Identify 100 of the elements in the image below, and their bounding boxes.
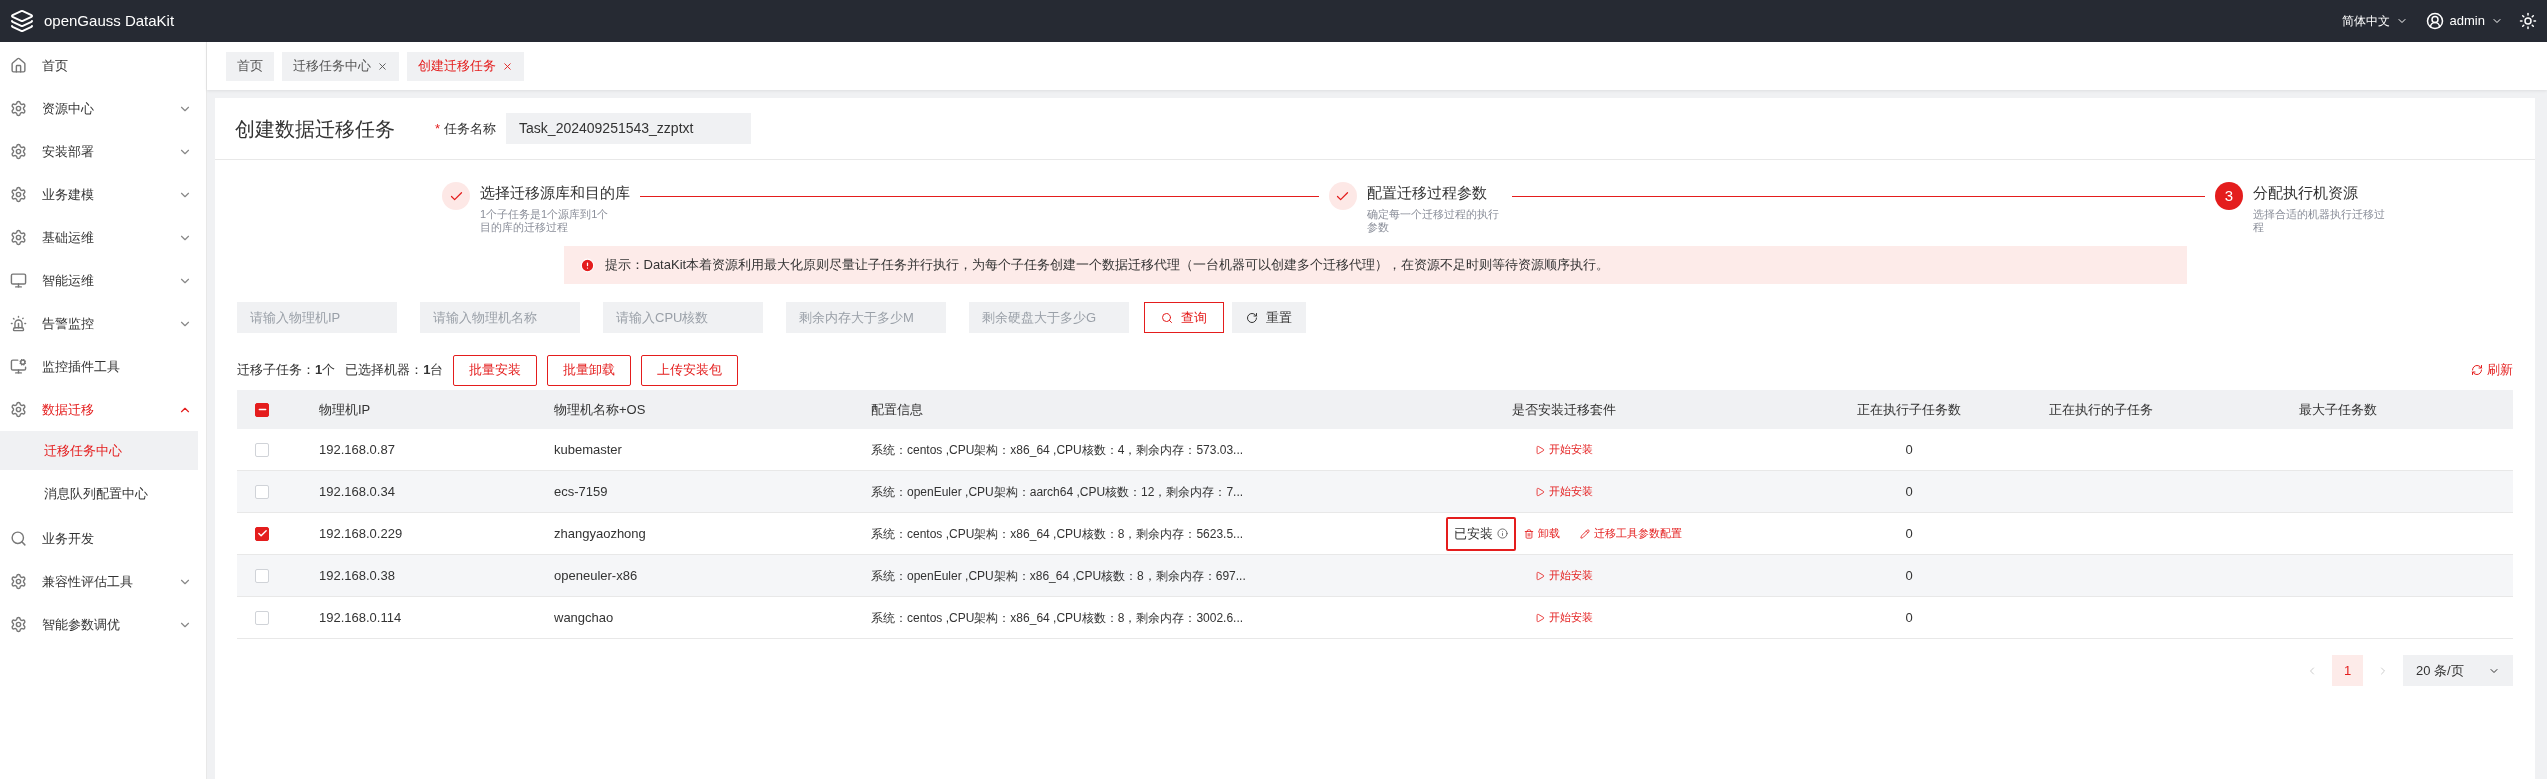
search-icon (1161, 311, 1173, 324)
action-button[interactable]: 上传安装包 (641, 354, 739, 386)
search-icon (10, 530, 27, 547)
summary-text: 迁移子任务：1个 (237, 361, 336, 380)
sidebar-item[interactable]: 基础运维 (0, 216, 206, 259)
table-cell-text: 192.168.0.229 (319, 524, 403, 543)
sidebar-item[interactable]: 资源中心 (0, 87, 206, 130)
sidebar-item[interactable]: 智能参数调优 (0, 603, 206, 646)
column-header: 正在执行的子任务 (2049, 400, 2153, 419)
sidebar-subitem[interactable]: 迁移任务中心 (0, 431, 198, 470)
logo-icon (10, 9, 34, 33)
filter-field[interactable]: 请输入物理机名称 (420, 302, 580, 333)
alarm-icon (10, 315, 27, 332)
sidebar-item[interactable]: 智能运维 (0, 259, 206, 302)
filter-field[interactable]: 请输入物理机IP (237, 302, 397, 333)
table-cell-text: 192.168.0.38 (319, 566, 395, 585)
required-mark: * (435, 119, 441, 138)
filter-field[interactable]: 请输入CPU核数 (603, 302, 763, 333)
play-icon (1535, 486, 1545, 497)
table-cell-text: openeuler-x86 (554, 566, 638, 585)
sidebar-item[interactable]: 数据迁移 (0, 388, 206, 431)
step-title: 选择迁移源库和目的库 (480, 183, 630, 203)
app-title: openGauss DataKit (44, 10, 175, 31)
table-cell-text: 0 (1905, 482, 1913, 501)
sidebar-item[interactable]: 安装部署 (0, 130, 206, 173)
column-header: 是否安装迁移套件 (1512, 400, 1616, 419)
table-cell-text: 系统：openEuler ,CPU架构：x86_64 ,CPU核数：8，剩余内存：697... (871, 567, 1246, 585)
trash-icon (1524, 528, 1534, 539)
column-header: 正在执行子任务数 (1857, 400, 1961, 419)
step-number: 3 (2215, 182, 2243, 210)
sidebar-item[interactable]: 首页 (0, 44, 206, 87)
check-icon (256, 528, 268, 539)
alert-icon (579, 257, 595, 273)
page-title: 创建数据迁移任务 (235, 116, 395, 142)
tab[interactable]: 首页 (226, 51, 274, 81)
play-icon (1535, 444, 1545, 455)
sidebar-item[interactable]: 告警监控 (0, 302, 206, 345)
step-description: 确定每一个迁移过程的执行参数 (1366, 207, 1500, 234)
task-name-field[interactable]: Task_202409251543_zzptxt (506, 113, 752, 144)
column-header: 最大子任务数 (2299, 400, 2377, 419)
configure-link[interactable]: 迁移工具参数配置 (1580, 525, 1682, 542)
close-icon[interactable] (377, 60, 388, 72)
select-all-checkbox[interactable] (255, 402, 269, 417)
close-icon[interactable] (502, 60, 513, 72)
step-description: 1个子任务是1个源库到1个目的库的迁移过程 (480, 207, 610, 234)
sidebar-item[interactable]: 业务开发 (0, 517, 206, 560)
install-link[interactable]: 开始安装 (1535, 441, 1593, 458)
step-description: 选择合适的机器执行迁移过程 (2253, 207, 2386, 234)
monitor-icon (10, 358, 27, 375)
gear-icon (10, 186, 27, 203)
install-link[interactable]: 开始安装 (1535, 609, 1593, 626)
table-cell-text: 0 (1905, 566, 1913, 585)
uninstall-link[interactable]: 卸载 (1524, 525, 1560, 542)
language-menu[interactable]: 简体中文 (2341, 12, 2408, 30)
refresh-button[interactable]: 刷新 (2471, 360, 2513, 380)
checkbox[interactable] (255, 526, 269, 541)
action-button[interactable]: 批量卸载 (547, 354, 632, 386)
theme-icon[interactable] (2519, 12, 2537, 30)
table-cell-text: 0 (1905, 524, 1913, 543)
page-size-select[interactable]: 20 条/页 (2403, 655, 2513, 686)
table-cell-text: 0 (1905, 608, 1913, 627)
table-cell-text: 192.168.0.34 (319, 482, 395, 501)
gear-icon (10, 573, 27, 590)
sidebar-subitem[interactable]: 消息队列配置中心 (0, 474, 198, 513)
table-cell-text: 192.168.0.87 (319, 440, 395, 459)
field-label: 任务名称 (444, 119, 497, 138)
status-text: 已安装 (1454, 524, 1493, 543)
table-cell-text: 192.168.0.114 (319, 608, 402, 627)
step-title: 配置迁移过程参数 (1366, 183, 1487, 203)
reset-icon (1246, 311, 1258, 324)
user-menu[interactable]: admin (2425, 11, 2503, 31)
search-button[interactable]: 查询 (1144, 302, 1224, 333)
gear-icon (10, 401, 27, 418)
sidebar-item[interactable]: 监控插件工具 (0, 345, 206, 388)
page-button[interactable]: 1 (2332, 655, 2363, 686)
install-link[interactable]: 开始安装 (1535, 567, 1593, 584)
table-cell-text: kubemaster (554, 440, 622, 459)
table-cell-text: 0 (1905, 440, 1913, 459)
filter-field[interactable]: 剩余硬盘大于多少G (969, 302, 1129, 333)
gear-icon (10, 616, 27, 633)
tab[interactable]: 迁移任务中心 (282, 51, 399, 81)
tab[interactable]: 创建迁移任务 (407, 51, 524, 81)
action-button[interactable]: 批量安装 (453, 354, 538, 386)
reset-button[interactable]: 重置 (1232, 302, 1306, 333)
pencil-icon (1580, 528, 1590, 539)
table-cell-text: wangchao (554, 608, 614, 627)
sidebar-item[interactable]: 业务建模 (0, 173, 206, 216)
user-icon (2425, 12, 2444, 30)
gear-icon (10, 100, 27, 117)
info-icon (1497, 528, 1508, 539)
table-cell-text: ecs-7159 (554, 482, 608, 501)
install-link[interactable]: 开始安装 (1535, 483, 1593, 500)
gear-icon (10, 143, 27, 160)
table-cell-text: zhangyaozhong (554, 524, 646, 543)
sidebar-item[interactable]: 兼容性评估工具 (0, 560, 206, 603)
filter-field[interactable]: 剩余内存大于多少M (786, 302, 946, 333)
column-header: 物理机IP (319, 400, 371, 419)
column-header: 物理机名称+OS (554, 400, 646, 419)
monitor-icon (10, 272, 27, 289)
play-icon (1535, 570, 1545, 581)
